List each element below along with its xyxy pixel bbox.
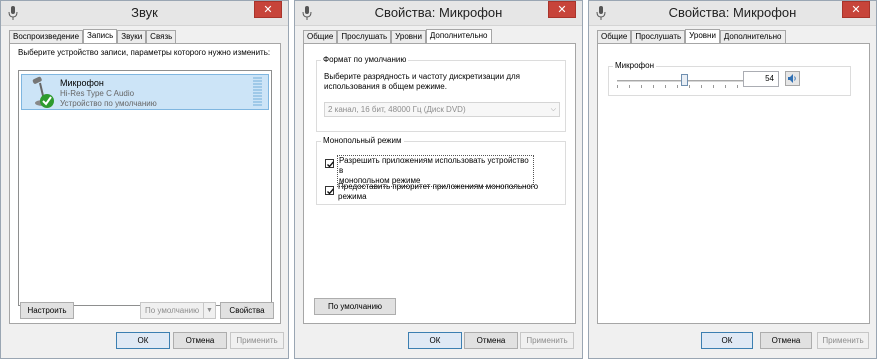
sound-titlebar: Звук ✕ xyxy=(1,1,288,26)
slider-track xyxy=(617,80,743,82)
tab-advanced[interactable]: Дополнительно xyxy=(425,29,492,43)
tab-communications[interactable]: Связь xyxy=(146,30,177,43)
dropdown-arrow-icon[interactable]: ▼ xyxy=(203,303,215,318)
device-item-microphone[interactable]: Микрофон Hi-Res Type C Audio Устройство … xyxy=(21,74,269,110)
default-format-group: Формат по умолчанию Выберите разрядность… xyxy=(316,55,566,132)
close-icon: ✕ xyxy=(263,4,273,16)
level-slider[interactable] xyxy=(617,73,743,89)
close-icon: ✕ xyxy=(557,4,567,16)
tab-recording[interactable]: Запись xyxy=(83,29,118,43)
speaker-icon xyxy=(788,74,796,83)
apply-button[interactable]: Применить xyxy=(520,332,574,349)
apply-button[interactable]: Применить xyxy=(230,332,284,349)
device-description: Hi-Res Type C Audio xyxy=(60,89,135,98)
restore-default-button[interactable]: По умолчанию xyxy=(314,298,396,315)
allow-exclusive-line1: Разрешить приложениям использовать устро… xyxy=(339,156,529,175)
level-meter xyxy=(253,77,262,107)
window-title: Звук xyxy=(131,5,158,20)
checkmark-icon xyxy=(327,188,335,195)
default-format-label: Формат по умолчанию xyxy=(321,55,409,64)
close-button[interactable]: ✕ xyxy=(842,1,870,18)
microphone-level-label: Микрофон xyxy=(613,61,656,70)
set-default-button[interactable]: По умолчанию ▼ xyxy=(140,302,216,319)
close-button[interactable]: ✕ xyxy=(548,1,576,18)
ok-button[interactable]: ОК xyxy=(701,332,753,349)
apply-button[interactable]: Применить xyxy=(817,332,869,349)
format-description-line1: Выберите разрядность и частоту дискретиз… xyxy=(324,72,521,81)
slider-ticks xyxy=(617,85,743,88)
level-value: 54 xyxy=(765,74,774,83)
tab-panel: Формат по умолчанию Выберите разрядность… xyxy=(303,43,576,324)
chevron-down-icon: ⌵ xyxy=(550,106,556,113)
tab-panel: Выберите устройство записи, параметры ко… xyxy=(9,43,281,324)
tab-levels[interactable]: Уровни xyxy=(391,30,426,43)
tab-sounds[interactable]: Звуки xyxy=(117,30,147,43)
priority-label[interactable]: Предоставить приоритет приложениям моноп… xyxy=(338,182,538,202)
microphone-level-group: Микрофон 54 xyxy=(608,61,851,96)
properties-button[interactable]: Свойства xyxy=(220,302,274,319)
cancel-button[interactable]: Отмена xyxy=(173,332,227,349)
microphone-device-icon xyxy=(32,76,54,108)
window-title: Свойства: Микрофон xyxy=(668,5,797,20)
format-select[interactable]: 2 канал, 16 бит, 48000 Гц (Диск DVD) ⌵ xyxy=(324,102,560,117)
tab-bar: Общие Прослушать Уровни Дополнительно xyxy=(597,29,786,43)
configure-button[interactable]: Настроить xyxy=(20,302,74,319)
cancel-button[interactable]: Отмена xyxy=(760,332,812,349)
ok-button[interactable]: ОК xyxy=(116,332,170,349)
sound-window: Звук ✕ Воспроизведение Запись Звуки Связ… xyxy=(0,0,289,359)
slider-thumb[interactable] xyxy=(681,74,688,86)
device-name: Микрофон xyxy=(60,78,104,88)
speaker-button[interactable] xyxy=(785,71,800,86)
device-status: Устройство по умолчанию xyxy=(60,99,157,108)
priority-checkbox[interactable] xyxy=(325,186,335,195)
format-select-value: 2 канал, 16 бит, 48000 Гц (Диск DVD) xyxy=(328,105,466,114)
format-description: Выберите разрядность и частоту дискретиз… xyxy=(324,72,520,92)
priority-line2: режима xyxy=(338,192,367,201)
tab-panel: Микрофон 54 xyxy=(597,43,870,324)
tab-bar: Общие Прослушать Уровни Дополнительно xyxy=(303,29,492,43)
device-list: Микрофон Hi-Res Type C Audio Устройство … xyxy=(18,70,272,306)
tab-listen[interactable]: Прослушать xyxy=(337,30,392,43)
properties-levels-window: Свойства: Микрофон ✕ Общие Прослушать Ур… xyxy=(588,0,877,359)
tab-general[interactable]: Общие xyxy=(597,30,632,43)
instruction-text: Выберите устройство записи, параметры ко… xyxy=(18,48,271,57)
tab-bar: Воспроизведение Запись Звуки Связь xyxy=(9,29,177,43)
exclusive-mode-group: Монопольный режим Разрешить приложениям … xyxy=(316,136,566,205)
set-default-label: По умолчанию xyxy=(145,306,200,315)
tab-general[interactable]: Общие xyxy=(303,30,338,43)
level-value-field[interactable]: 54 xyxy=(743,71,779,87)
window-title: Свойства: Микрофон xyxy=(374,5,503,20)
cancel-button[interactable]: Отмена xyxy=(464,332,518,349)
exclusive-mode-label: Монопольный режим xyxy=(321,136,404,145)
ok-button[interactable]: ОК xyxy=(408,332,462,349)
priority-line1: Предоставить приоритет приложениям моноп… xyxy=(338,182,539,191)
format-description-line2: использования в общем режиме. xyxy=(324,82,447,91)
properties-titlebar: Свойства: Микрофон ✕ xyxy=(295,1,582,26)
properties-titlebar: Свойства: Микрофон ✕ xyxy=(589,1,876,26)
close-button[interactable]: ✕ xyxy=(254,1,282,18)
properties-advanced-window: Свойства: Микрофон ✕ Общие Прослушать Ур… xyxy=(294,0,583,359)
tab-listen[interactable]: Прослушать xyxy=(631,30,686,43)
tab-advanced[interactable]: Дополнительно xyxy=(719,30,786,43)
checkmark-icon xyxy=(327,161,335,168)
tab-playback[interactable]: Воспроизведение xyxy=(9,30,84,43)
close-icon: ✕ xyxy=(851,4,861,16)
allow-exclusive-checkbox[interactable] xyxy=(325,159,335,168)
tab-levels[interactable]: Уровни xyxy=(685,29,720,43)
